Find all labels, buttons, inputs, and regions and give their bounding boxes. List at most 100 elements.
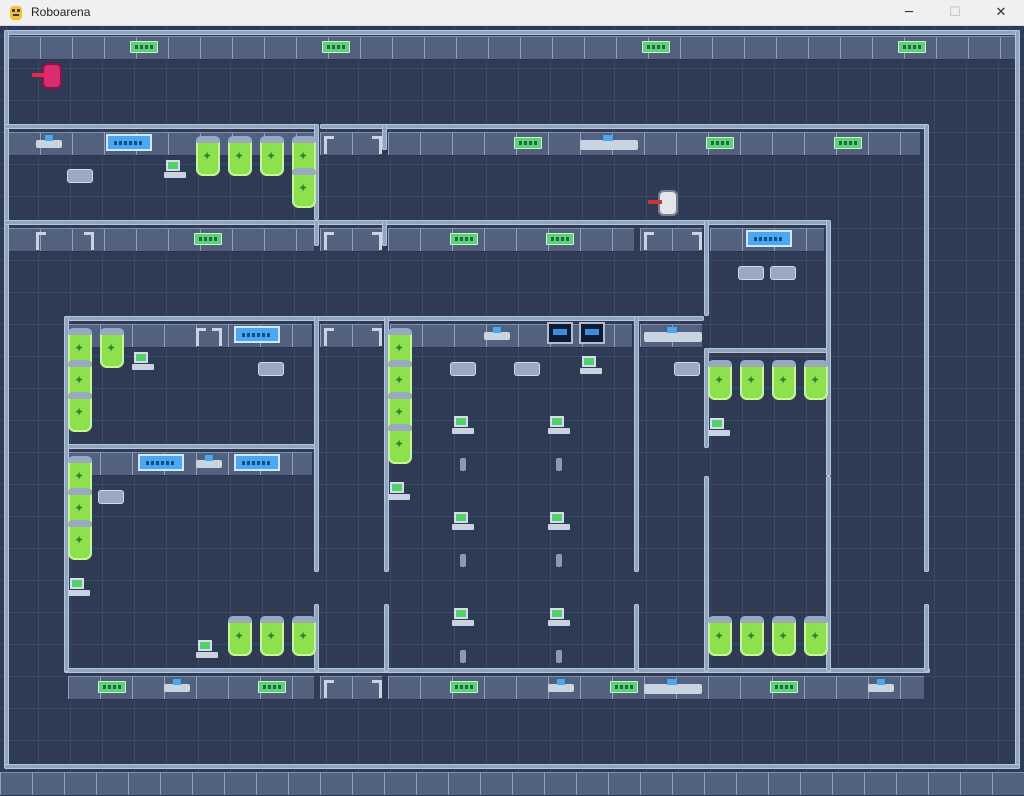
specimen-tube	[68, 520, 92, 560]
control-console	[547, 322, 573, 344]
robot-arm	[648, 200, 662, 204]
computer-terminal	[580, 356, 604, 378]
computer-terminal	[548, 608, 572, 630]
floor-post	[460, 458, 466, 471]
desk	[548, 678, 574, 698]
wall-line	[4, 220, 316, 225]
wall-monitor	[234, 454, 280, 471]
wall-panel	[770, 681, 798, 693]
door-frame	[324, 136, 334, 154]
wall-line	[64, 668, 930, 673]
desk	[164, 678, 190, 698]
wall-line	[634, 604, 639, 672]
wall-line	[924, 124, 929, 572]
specimen-tube	[708, 360, 732, 400]
white-robot-icon[interactable]	[648, 187, 682, 219]
specimen-tube	[388, 424, 412, 464]
outer-wall-left	[4, 30, 9, 768]
maximize-button[interactable]: ☐	[932, 0, 978, 26]
computer-terminal	[452, 416, 476, 438]
wall-panel	[898, 41, 926, 53]
title-bar[interactable]: Roboarena ─ ☐ ✕	[0, 0, 1024, 26]
door-frame	[324, 680, 334, 698]
wall-strip-bottom	[0, 772, 1024, 796]
computer-terminal	[548, 512, 572, 534]
wall-line	[384, 604, 389, 672]
maximize-icon: ☐	[949, 5, 961, 20]
python-icon	[10, 6, 22, 20]
computer-terminal	[548, 416, 572, 438]
specimen-tube	[260, 136, 284, 176]
wall-strip-top	[8, 36, 1016, 60]
specimen-tube	[804, 616, 828, 656]
wall-panel	[514, 137, 542, 149]
wall-panel	[450, 233, 478, 245]
robot-arm	[32, 73, 46, 77]
wall-line	[924, 604, 929, 672]
wall-monitor	[106, 134, 152, 151]
close-button[interactable]: ✕	[978, 0, 1024, 26]
specimen-tube	[228, 136, 252, 176]
bench	[514, 362, 540, 376]
door-frame	[644, 232, 654, 250]
door-frame	[372, 680, 382, 698]
wall-line	[314, 316, 319, 572]
computer-terminal	[708, 418, 732, 440]
wall-panel	[98, 681, 126, 693]
minimize-button[interactable]: ─	[886, 0, 932, 26]
door-frame	[84, 232, 94, 250]
desk	[644, 678, 702, 698]
wall-monitor	[746, 230, 792, 247]
computer-terminal	[68, 578, 92, 600]
specimen-tube	[228, 616, 252, 656]
bench	[770, 266, 796, 280]
wall-line	[64, 444, 316, 449]
bench	[98, 490, 124, 504]
door-frame	[324, 232, 334, 250]
wall-panel	[130, 41, 158, 53]
floor-post	[460, 650, 466, 663]
bench	[67, 169, 93, 183]
wall-line	[384, 124, 928, 129]
wall-line	[320, 124, 384, 129]
wall-line	[4, 124, 316, 129]
wall-panel	[450, 681, 478, 693]
close-icon: ✕	[995, 5, 1007, 20]
door-frame	[324, 328, 334, 346]
wall-panel	[322, 41, 350, 53]
door-frame	[196, 328, 206, 346]
outer-wall-right	[1015, 30, 1020, 768]
wall-monitor	[234, 326, 280, 343]
outer-wall-top	[4, 30, 1020, 35]
specimen-tube	[292, 168, 316, 208]
wall-line	[314, 220, 319, 246]
door-frame	[692, 232, 702, 250]
bench	[450, 362, 476, 376]
floor-post	[556, 458, 562, 471]
specimen-tube	[772, 616, 796, 656]
game-canvas[interactable]	[0, 26, 1024, 796]
computer-terminal	[196, 640, 220, 662]
specimen-tube	[740, 616, 764, 656]
bench	[674, 362, 700, 376]
door-frame	[372, 136, 382, 154]
wall-line	[826, 220, 831, 476]
wall-line	[382, 220, 387, 246]
wall-panel	[258, 681, 286, 693]
red-robot-icon[interactable]	[32, 60, 66, 92]
wall-strip	[8, 228, 314, 252]
bench	[738, 266, 764, 280]
desk	[868, 678, 894, 698]
wall-line	[318, 220, 830, 225]
wall-line	[382, 124, 387, 150]
desk	[644, 326, 702, 346]
wall-panel	[610, 681, 638, 693]
wall-monitor	[138, 454, 184, 471]
wall-line	[634, 316, 639, 572]
window-title: Roboarena	[31, 5, 91, 19]
floor-post	[460, 554, 466, 567]
computer-terminal	[452, 512, 476, 534]
specimen-tube	[740, 360, 764, 400]
floor-post	[556, 554, 562, 567]
specimen-tube	[772, 360, 796, 400]
